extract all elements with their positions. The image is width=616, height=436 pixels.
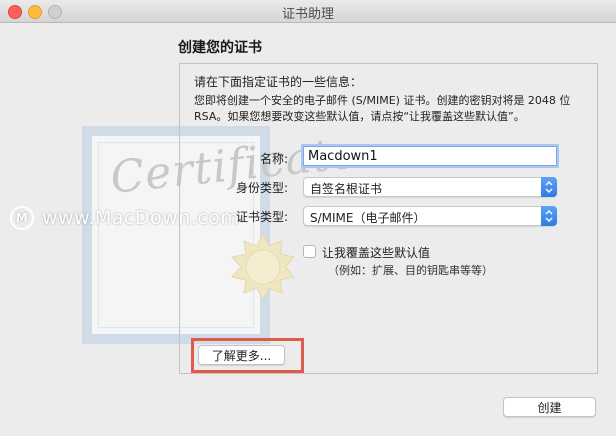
identity-type-value: 自签名根证书 (310, 182, 383, 196)
certificate-type-value: S/MIME（电子邮件） (310, 211, 426, 225)
certificate-type-label: 证书类型: (235, 210, 288, 224)
page-heading: 创建您的证书 (178, 40, 262, 56)
updown-arrows-icon (545, 210, 553, 222)
name-input[interactable] (303, 146, 557, 166)
override-defaults-checkbox[interactable] (303, 245, 316, 258)
name-label: 名称: (259, 152, 288, 166)
identity-type-select[interactable]: 自签名根证书 (303, 177, 557, 197)
intro-description: 您即将创建一个安全的电子邮件 (S/MIME) 证书。创建的密钥对将是 2048… (194, 94, 571, 123)
updown-arrows-icon (545, 181, 553, 193)
create-button[interactable]: 创建 (503, 397, 596, 417)
override-defaults-label[interactable]: 让我覆盖这些默认值 (322, 244, 430, 261)
learn-more-button[interactable]: 了解更多... (198, 345, 285, 365)
certificate-type-select[interactable]: S/MIME（电子邮件） (303, 206, 557, 226)
intro-text: 请在下面指定证书的一些信息： (194, 75, 363, 89)
override-defaults-hint: （例如：扩展、目的钥匙串等等） (328, 264, 493, 277)
certificate-type-stepper[interactable] (541, 206, 557, 226)
watermark-logo-icon: M (10, 206, 34, 230)
certificate-assistant-window: 证书助理 Certificate M www.MacDown.com 创建您的证… (0, 0, 616, 436)
title-bar: 证书助理 (0, 0, 616, 23)
identity-type-label: 身份类型: (235, 181, 288, 195)
window-title: 证书助理 (281, 7, 334, 22)
identity-type-stepper[interactable] (541, 177, 557, 197)
